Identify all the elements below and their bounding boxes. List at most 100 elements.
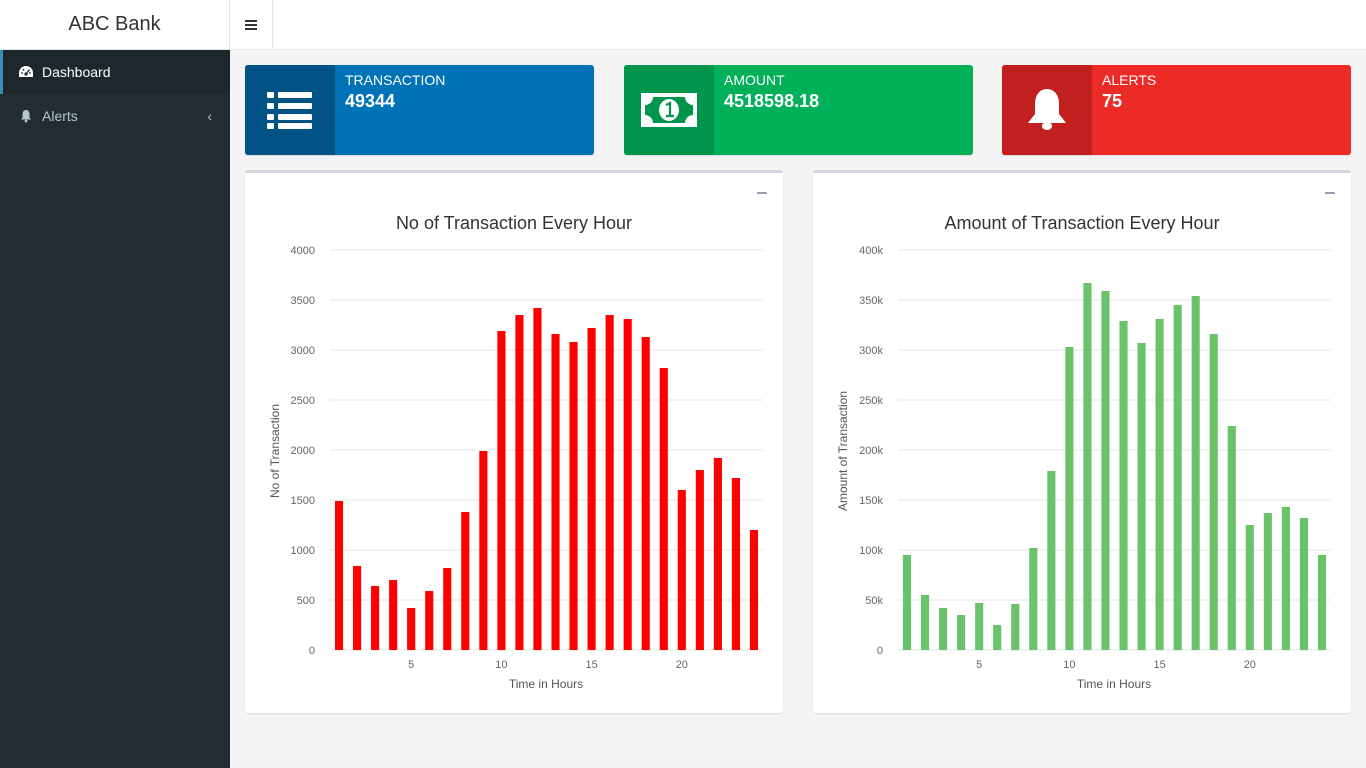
- bar[interactable]: [1011, 604, 1020, 650]
- bar[interactable]: [641, 337, 650, 650]
- bar[interactable]: [1263, 513, 1272, 650]
- top-navbar: [230, 0, 1366, 50]
- bar[interactable]: [371, 586, 380, 650]
- bar[interactable]: [921, 595, 930, 650]
- bell-icon: [18, 108, 34, 124]
- bar[interactable]: [677, 490, 686, 650]
- bar[interactable]: [1119, 321, 1128, 650]
- y-axis-label: Amount of Transaction: [836, 391, 850, 511]
- y-tick-label: 500: [297, 595, 315, 607]
- y-tick-label: 150k: [859, 495, 883, 507]
- bar[interactable]: [497, 331, 506, 650]
- bar[interactable]: [1299, 518, 1308, 650]
- bar[interactable]: [1065, 347, 1074, 650]
- sidebar-item-alerts[interactable]: Alerts ‹: [0, 94, 230, 138]
- bar[interactable]: [479, 451, 488, 650]
- y-tick-label: 0: [309, 645, 315, 657]
- bar[interactable]: [623, 319, 632, 650]
- bar[interactable]: [1191, 296, 1200, 650]
- bar[interactable]: [1101, 291, 1110, 650]
- x-tick-label: 15: [1153, 659, 1165, 671]
- y-tick-label: 0: [877, 645, 883, 657]
- info-box-label: AMOUNT: [724, 72, 785, 88]
- y-tick-label: 1500: [291, 495, 315, 507]
- y-tick-label: 200k: [859, 445, 883, 457]
- bar[interactable]: [1137, 343, 1146, 650]
- bar[interactable]: [353, 566, 362, 650]
- bar[interactable]: [1173, 305, 1182, 650]
- chart-box-amount: Amount of Transaction Every Hour Amount …: [813, 170, 1351, 713]
- list-icon: [245, 65, 335, 155]
- bar[interactable]: [587, 328, 596, 650]
- bar[interactable]: [407, 608, 416, 650]
- bar[interactable]: [533, 308, 542, 650]
- y-tick-label: 300k: [859, 345, 883, 357]
- bar[interactable]: [695, 470, 704, 650]
- bar[interactable]: [1029, 548, 1038, 650]
- brand-logo[interactable]: ABC Bank: [0, 0, 230, 50]
- x-tick-label: 15: [585, 659, 597, 671]
- chart-title: Amount of Transaction Every Hour: [944, 213, 1219, 233]
- y-tick-label: 350k: [859, 295, 883, 307]
- bar[interactable]: [1047, 471, 1056, 650]
- bar[interactable]: [569, 342, 578, 650]
- bar[interactable]: [713, 458, 722, 650]
- bar[interactable]: [957, 615, 966, 650]
- bar[interactable]: [389, 580, 398, 650]
- bell-icon: [1002, 65, 1092, 155]
- chevron-left-icon: ‹: [207, 108, 212, 124]
- bar[interactable]: [515, 315, 524, 650]
- chart-box-transactions: No of Transaction Every Hour No of Trans…: [245, 170, 783, 713]
- y-tick-label: 2000: [291, 445, 315, 457]
- y-tick-label: 3000: [291, 345, 315, 357]
- x-tick-label: 5: [976, 659, 982, 671]
- info-box-value: 75: [1102, 90, 1123, 111]
- info-box-label: ALERTS: [1102, 72, 1157, 88]
- bar[interactable]: [551, 334, 560, 650]
- bar[interactable]: [749, 530, 759, 650]
- x-tick-label: 10: [1063, 659, 1075, 671]
- sidebar-item-label: Alerts: [42, 108, 78, 124]
- bar[interactable]: [334, 501, 344, 650]
- bar[interactable]: [1317, 555, 1327, 650]
- x-tick-label: 10: [495, 659, 507, 671]
- bar[interactable]: [902, 555, 912, 650]
- y-tick-label: 2500: [291, 395, 315, 407]
- bar[interactable]: [975, 603, 984, 650]
- money-icon: [624, 65, 714, 155]
- bar[interactable]: [731, 478, 740, 650]
- x-axis-label: Time in Hours: [509, 677, 583, 691]
- bar[interactable]: [1281, 507, 1290, 650]
- bar[interactable]: [443, 568, 452, 650]
- info-box-value: 4518598.18: [724, 90, 820, 111]
- y-tick-label: 4000: [291, 245, 315, 257]
- amount-chart: Amount of Transaction Every Hour Amount …: [836, 213, 1331, 691]
- bar[interactable]: [461, 512, 470, 650]
- bar[interactable]: [659, 368, 668, 650]
- y-tick-label: 100k: [859, 545, 883, 557]
- bar[interactable]: [1227, 426, 1236, 650]
- x-tick-label: 20: [1244, 659, 1256, 671]
- y-tick-label: 3500: [291, 295, 315, 307]
- info-box-transaction: TRANSACTION 49344: [245, 65, 594, 155]
- y-axis-label: No of Transaction: [268, 404, 282, 498]
- sidebar-toggle-button[interactable]: [230, 0, 273, 50]
- bar[interactable]: [939, 608, 948, 650]
- bar[interactable]: [605, 315, 614, 650]
- sidebar: Dashboard Alerts ‹: [0, 50, 230, 768]
- dashboard-icon: [18, 64, 34, 80]
- info-box-label: TRANSACTION: [345, 72, 446, 88]
- bar[interactable]: [993, 625, 1002, 650]
- x-tick-label: 20: [676, 659, 688, 671]
- bar[interactable]: [1155, 319, 1164, 650]
- sidebar-item-dashboard[interactable]: Dashboard: [0, 50, 230, 94]
- bar[interactable]: [1209, 334, 1218, 650]
- bar[interactable]: [1083, 283, 1092, 650]
- info-box-amount: AMOUNT 4518598.18: [624, 65, 973, 155]
- bar[interactable]: [1245, 525, 1254, 650]
- info-box-alerts: ALERTS 75: [1002, 65, 1351, 155]
- bar[interactable]: [425, 591, 434, 650]
- info-box-value: 49344: [345, 90, 396, 111]
- y-tick-label: 1000: [291, 545, 315, 557]
- x-axis-label: Time in Hours: [1077, 677, 1151, 691]
